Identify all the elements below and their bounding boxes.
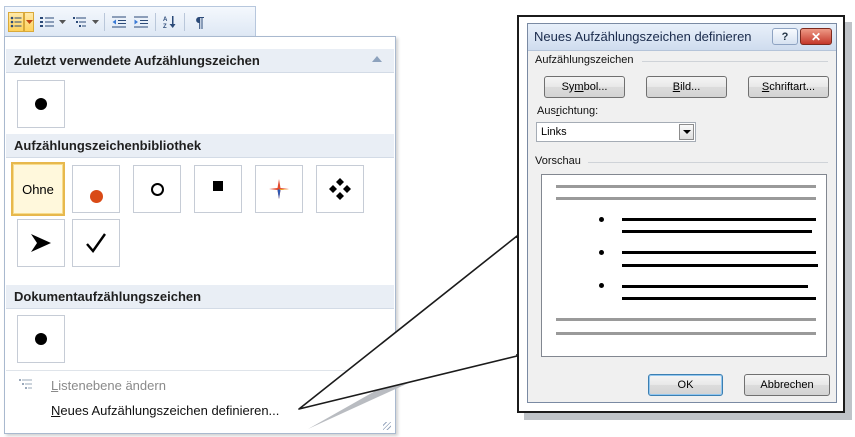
preview-text-line bbox=[622, 230, 812, 233]
bullet-preview bbox=[541, 174, 827, 357]
picture-button-text: ild... bbox=[680, 81, 701, 93]
symbol-button[interactable]: Sy m bol... bbox=[544, 76, 625, 98]
dialog-titlebar[interactable]: Neues Aufzählungszeichen definieren ? ✕ bbox=[528, 24, 836, 51]
help-icon: ? bbox=[781, 30, 789, 43]
preview-text-line bbox=[622, 264, 818, 267]
preview-text-line bbox=[556, 185, 816, 188]
preview-group-label: Vorschau bbox=[535, 155, 581, 167]
chevron-down-icon[interactable] bbox=[679, 124, 694, 140]
cancel-button[interactable]: Abbrechen bbox=[744, 374, 830, 396]
preview-bullet-icon bbox=[599, 217, 604, 222]
help-button[interactable]: ? bbox=[772, 28, 798, 45]
alignment-select[interactable]: Links bbox=[536, 122, 696, 142]
alignment-label-text: Aus bbox=[537, 105, 556, 117]
close-button[interactable]: ✕ bbox=[800, 28, 832, 45]
define-new-bullet-dialog: Neues Aufzählungszeichen definieren ? ✕ … bbox=[527, 23, 837, 403]
preview-text-line bbox=[556, 332, 816, 335]
symbol-button-text-rest: bol... bbox=[583, 81, 608, 93]
preview-bullet-icon bbox=[599, 283, 604, 288]
font-button[interactable]: Schriftart... bbox=[748, 76, 829, 98]
picture-button[interactable]: Bild... bbox=[646, 76, 727, 98]
preview-text-line bbox=[556, 197, 816, 200]
preview-text-line bbox=[622, 285, 808, 288]
preview-text-line bbox=[556, 318, 816, 321]
ok-button-label: OK bbox=[677, 379, 694, 391]
font-button-accesskey: S bbox=[761, 81, 770, 93]
alignment-select-value: Links bbox=[541, 126, 567, 138]
alignment-label: Ausrichtung: bbox=[537, 105, 598, 117]
symbol-button-accesskey: m bbox=[574, 81, 584, 93]
preview-text-line bbox=[622, 251, 816, 254]
preview-text-line bbox=[622, 218, 816, 221]
preview-bullet-icon bbox=[599, 250, 604, 255]
alignment-label-text-rest: ichtung: bbox=[559, 105, 599, 117]
bullet-group-label: Aufzählungszeichen bbox=[535, 54, 634, 66]
symbol-button-text: Sy bbox=[561, 81, 575, 93]
preview-text-line bbox=[622, 297, 816, 300]
font-button-text: chriftart... bbox=[769, 81, 816, 93]
ok-button[interactable]: OK bbox=[648, 374, 723, 396]
cancel-button-label: Abbrechen bbox=[760, 379, 814, 391]
picture-button-accesskey: B bbox=[672, 81, 681, 93]
close-icon: ✕ bbox=[810, 29, 822, 44]
dialog-title: Neues Aufzählungszeichen definieren bbox=[534, 29, 752, 44]
